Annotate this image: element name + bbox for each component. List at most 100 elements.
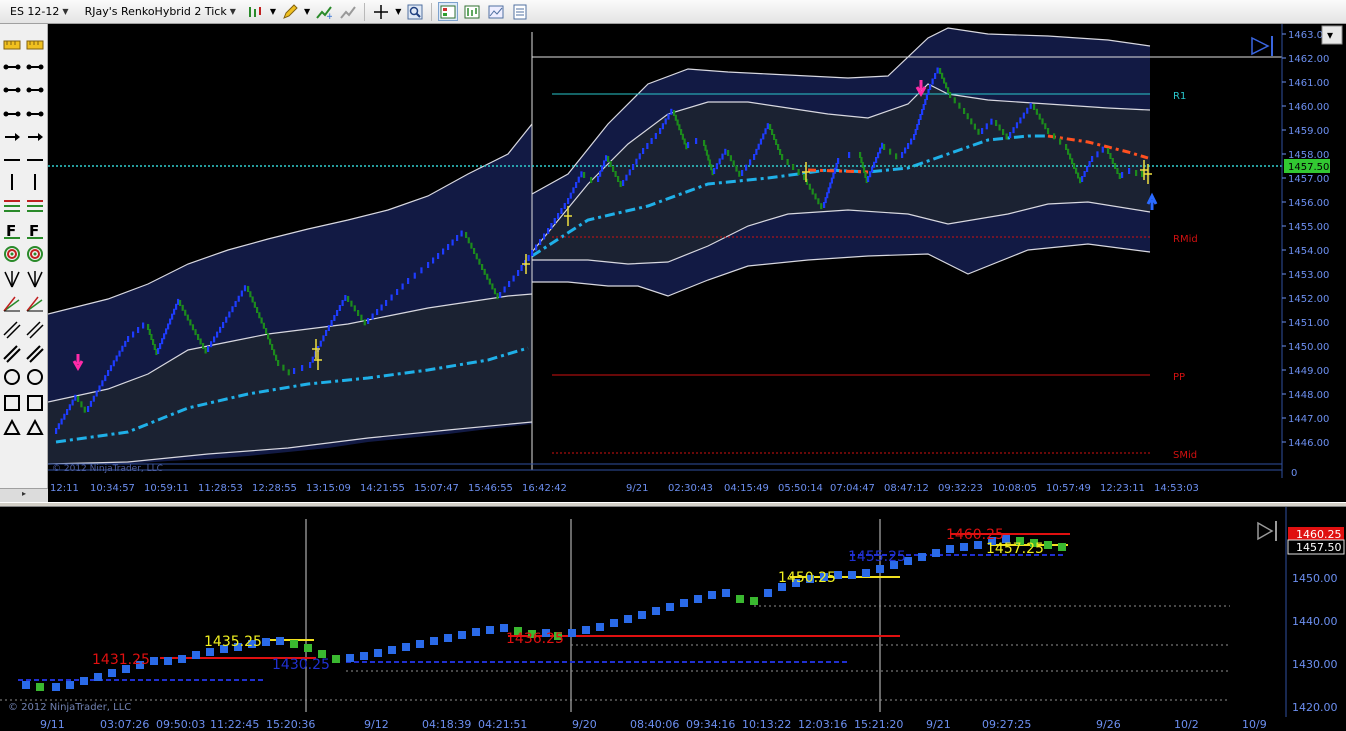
tools-scroll-button[interactable]: ▸	[0, 488, 48, 502]
add-indicator-icon[interactable]: +	[314, 2, 334, 21]
bull-brick	[1128, 168, 1131, 174]
svg-text:F: F	[29, 222, 39, 239]
bull-brick	[848, 571, 856, 579]
bull-brick	[910, 138, 913, 145]
triangle-icon-alt[interactable]	[25, 418, 45, 438]
line-icon[interactable]	[2, 80, 22, 100]
arrow-line-icon-alt[interactable]	[25, 150, 45, 170]
bear-brick	[202, 343, 205, 349]
bull-brick	[664, 118, 667, 125]
lower-chart-canvas[interactable]: 1431.25 1435.25 1430.25 1436.25 1450.25 1455.…	[0, 507, 1346, 731]
triangle-icon[interactable]	[2, 418, 22, 438]
bull-brick	[990, 118, 993, 125]
bear-brick	[197, 334, 200, 340]
chevron-down-icon[interactable]: ▼	[270, 7, 276, 16]
lower-chart-panel[interactable]: 1431.25 1435.25 1430.25 1436.25 1450.25 1455.…	[0, 507, 1346, 731]
bull-brick	[338, 305, 341, 311]
ray-icon[interactable]	[2, 104, 22, 124]
rectangle-icon[interactable]	[2, 393, 22, 413]
bull-brick	[167, 323, 170, 330]
data-box-icon[interactable]	[438, 2, 459, 21]
instrument-selector[interactable]: ES 12-12 ▼	[4, 2, 75, 21]
scroll-to-end-icon[interactable]	[1251, 36, 1270, 56]
bear-brick	[792, 164, 795, 170]
time-axis-label: 04:21:51	[478, 718, 527, 731]
bear-brick	[1035, 108, 1038, 115]
trend-channel-icon[interactable]	[2, 344, 22, 364]
bull-brick	[169, 318, 172, 325]
bull-brick	[907, 143, 910, 149]
bear-brick	[249, 291, 252, 298]
ray-icon-alt[interactable]	[25, 104, 45, 124]
bull-brick	[499, 292, 502, 298]
bull-brick	[104, 375, 107, 382]
ellipse-icon-alt[interactable]	[25, 367, 45, 387]
chart-toolbar: ES 12-12 ▼ RJay's RenkoHybrid 2 Tick ▼ ▼…	[0, 0, 1346, 24]
bull-brick	[150, 657, 158, 665]
line-icon-alt[interactable]	[25, 80, 45, 100]
bull-brick	[721, 153, 724, 160]
upper-chart-canvas[interactable]: R1RMidPPSMid1463.001462.001461.001460.00…	[47, 24, 1346, 502]
ellipse-icon[interactable]	[2, 367, 22, 387]
trend-channel-icon-alt[interactable]	[25, 344, 45, 364]
arrow-line-icon[interactable]	[2, 150, 22, 170]
chart-trader-icon[interactable]	[462, 2, 482, 21]
bear-brick	[247, 286, 250, 292]
horizontal-line-icon[interactable]	[2, 172, 22, 192]
lower-renko-bricks	[22, 535, 1066, 691]
time-axis-label: 09:27:25	[982, 718, 1031, 731]
bull-brick	[918, 553, 926, 561]
fib-time-icon-alt[interactable]	[25, 244, 45, 264]
upper-chart-panel[interactable]: R1 RMid PP SMid 1463.00 1462.00 1461.00 1460.00…	[47, 24, 1346, 502]
bull-brick	[575, 182, 578, 188]
chevron-down-icon[interactable]: ▼	[304, 7, 310, 16]
chevron-down-icon[interactable]: ▼	[395, 7, 401, 16]
price-axis-label: 1453.00	[1288, 270, 1329, 281]
bar-type-icon[interactable]	[246, 2, 266, 21]
extended-line-icon-alt[interactable]	[25, 127, 45, 147]
vertical-line-icon-alt[interactable]	[25, 196, 45, 216]
bull-brick	[597, 176, 600, 182]
properties-icon[interactable]	[510, 2, 530, 21]
bear-brick	[36, 683, 44, 691]
horizontal-line-icon-alt[interactable]	[25, 172, 45, 192]
crosshair-icon[interactable]	[371, 2, 391, 21]
bull-brick	[960, 543, 968, 551]
risk-reward-icon-alt[interactable]	[25, 57, 45, 77]
bull-brick	[390, 294, 393, 301]
gann-fan-icon-alt[interactable]	[25, 294, 45, 314]
zoom-icon[interactable]	[405, 2, 425, 21]
bull-brick	[63, 413, 66, 420]
time-axis-label: 04:15:49	[724, 483, 769, 494]
gann-fan-icon[interactable]	[2, 294, 22, 314]
strategy-icon[interactable]	[338, 2, 358, 21]
fib-circle-icon[interactable]	[2, 269, 22, 289]
bear-brick	[773, 134, 776, 140]
bear-brick	[253, 301, 256, 308]
bear-brick	[1058, 543, 1066, 551]
regression-channel-icon[interactable]	[2, 320, 22, 340]
bear-brick	[973, 123, 976, 130]
ruler-icon-alt[interactable]	[25, 35, 45, 55]
ruler-icon[interactable]	[2, 35, 22, 55]
fib-circle-icon-alt[interactable]	[25, 269, 45, 289]
vertical-line-icon[interactable]	[2, 196, 22, 216]
regression-channel-icon-alt[interactable]	[25, 320, 45, 340]
templates-icon[interactable]	[486, 2, 506, 21]
rectangle-icon-alt[interactable]	[25, 393, 45, 413]
fib-time-icon[interactable]	[2, 244, 22, 264]
extended-line-icon[interactable]	[2, 127, 22, 147]
pencil-icon[interactable]	[280, 2, 300, 21]
bear-brick	[889, 148, 892, 155]
chart-type-selector[interactable]: RJay's RenkoHybrid 2 Tick ▼	[79, 2, 242, 21]
fib-retracement-icon-alt[interactable]: F	[25, 220, 45, 240]
fib-retracement-icon[interactable]: F	[2, 220, 22, 240]
scroll-to-end-icon[interactable]	[1257, 521, 1274, 541]
bull-brick	[219, 326, 222, 333]
bear-brick	[363, 319, 366, 326]
bull-brick	[659, 128, 662, 134]
risk-reward-icon[interactable]	[2, 57, 22, 77]
bull-brick	[225, 316, 228, 323]
bull-brick	[632, 164, 635, 170]
bear-brick	[475, 253, 478, 260]
